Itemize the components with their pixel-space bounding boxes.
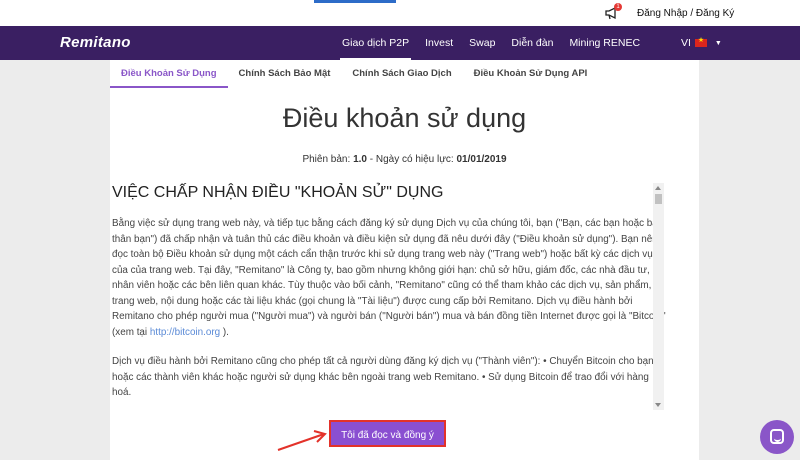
terms-scroll-area[interactable]: VIỆC CHẤP NHẬN ĐIỀU "KHOẢN SỬ" DỤNG Bằng…	[110, 182, 666, 410]
login-register-link[interactable]: Đăng Nhập / Đăng Ký	[637, 8, 734, 19]
language-code: VI	[681, 37, 691, 49]
nav-item-invest[interactable]: Invest	[417, 26, 461, 60]
remitano-logo[interactable]: Remitano	[60, 34, 131, 52]
nav-item-forum[interactable]: Diễn đàn	[503, 26, 561, 60]
effective-date: 01/01/2019	[456, 154, 507, 165]
scroll-down-arrow-icon[interactable]	[655, 403, 661, 407]
notification-badge: 1	[614, 3, 622, 11]
tab-trading-policy[interactable]: Chính Sách Giao Dịch	[341, 60, 462, 88]
tab-api-terms[interactable]: Điều Khoản Sử Dụng API	[463, 60, 599, 88]
terms-paragraph-2: Dịch vụ điều hành bởi Remitano cũng cho …	[112, 356, 654, 398]
version-info: Phiên bản: 1.0 - Ngày có hiệu lực: 01/01…	[110, 154, 699, 165]
language-selector[interactable]: VI ▼	[681, 36, 722, 49]
bitcoin-org-link[interactable]: http://bitcoin.org	[150, 327, 220, 338]
chat-button[interactable]	[760, 420, 794, 454]
agree-button[interactable]: Tôi đã đọc và đồng ý	[329, 420, 446, 447]
page-title: Điều khoản sử dụng	[282, 103, 527, 133]
scroll-up-arrow-icon[interactable]	[655, 186, 661, 190]
chat-icon	[770, 429, 784, 444]
policy-tabs: Điều Khoản Sử Dụng Chính Sách Bảo Mật Ch…	[110, 60, 598, 88]
vertical-scrollbar[interactable]	[653, 183, 664, 410]
version-prefix: Phiên bản:	[302, 154, 354, 165]
nav-menu: Giao dịch P2P Invest Swap Diễn đàn Minin…	[334, 26, 648, 60]
terms-paragraph-1: Bằng việc sử dụng trang web này, và tiếp…	[112, 216, 666, 340]
main-navbar: Remitano Giao dịch P2P Invest Swap Diễn …	[0, 26, 800, 60]
paragraph-1-text: Bằng việc sử dụng trang web này, và tiếp…	[112, 218, 666, 338]
section-heading: VIỆC CHẤP NHẬN ĐIỀU "KHOẢN SỬ" DỤNG	[112, 184, 444, 201]
nav-item-mining-renec[interactable]: Mining RENEC	[561, 26, 648, 60]
effective-prefix: - Ngày có hiệu lực:	[366, 154, 457, 165]
loading-indicator	[314, 0, 396, 3]
nav-item-swap[interactable]: Swap	[461, 26, 503, 60]
paragraph-1-end: ).	[220, 326, 229, 338]
scrollbar-thumb[interactable]	[655, 194, 662, 204]
tab-privacy-policy[interactable]: Chính Sách Bảo Mật	[228, 60, 342, 88]
top-utility-bar: 1 Đăng Nhập / Đăng Ký	[0, 0, 800, 26]
chevron-down-icon: ▼	[714, 39, 722, 47]
nav-item-p2p[interactable]: Giao dịch P2P	[334, 26, 417, 60]
red-arrow-icon	[277, 430, 327, 451]
tab-terms-of-use[interactable]: Điều Khoản Sử Dụng	[110, 60, 228, 88]
vietnam-flag-icon	[694, 36, 707, 47]
version-number: 1.0	[353, 154, 367, 165]
